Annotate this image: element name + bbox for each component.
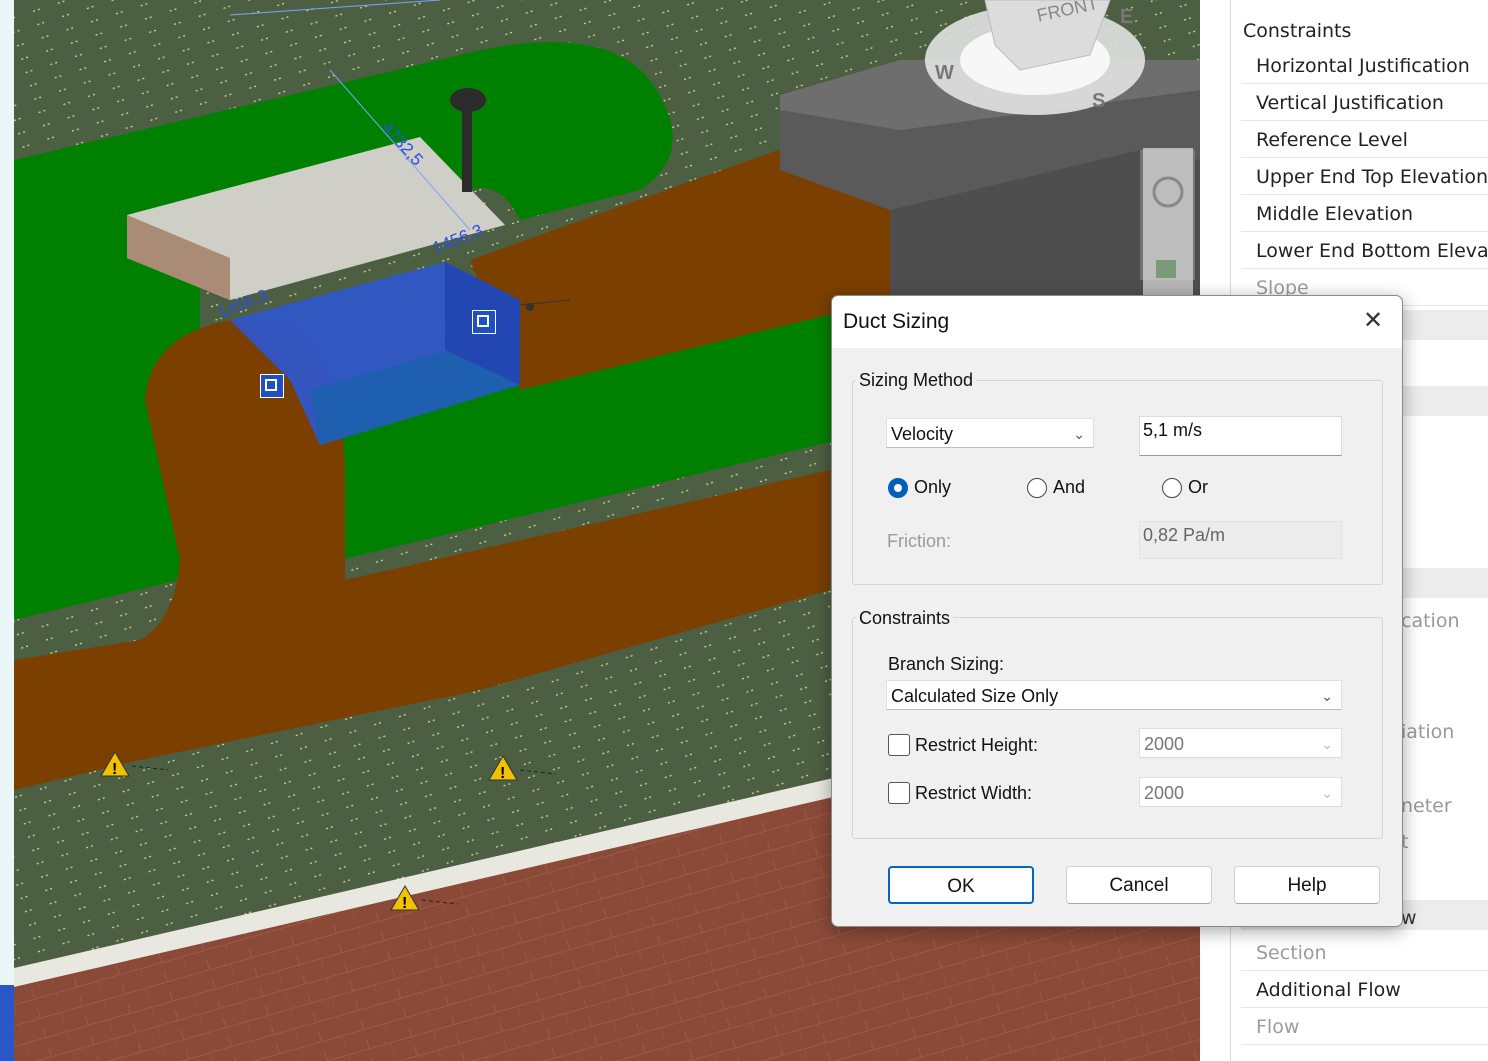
cancel-button[interactable]: Cancel <box>1066 866 1212 904</box>
duct-sizing-dialog: Duct Sizing ✕ Sizing Method Velocity ⌄ 5… <box>831 295 1403 927</box>
dialog-title: Duct Sizing <box>843 310 950 333</box>
property-row-fragment: iation <box>1401 721 1455 743</box>
restrict-height-label: Restrict Height: <box>915 734 1039 755</box>
radio-unchecked-icon <box>1162 477 1182 498</box>
radio-unchecked-icon <box>1027 477 1047 498</box>
zoom-icon[interactable] <box>1156 260 1176 278</box>
compass-south: S <box>1092 90 1106 112</box>
properties-group-constraints[interactable]: Constraints <box>1243 20 1351 42</box>
svg-text:!: ! <box>402 895 407 912</box>
sizing-method-legend: Sizing Method <box>856 370 977 391</box>
friction-input[interactable]: 0,82 Pa/m <box>1139 521 1342 559</box>
property-row[interactable]: Horizontal Justification <box>1241 48 1488 84</box>
radio-only[interactable]: Only <box>888 477 951 498</box>
velocity-input[interactable]: 5,1 m/s <box>1139 416 1342 456</box>
branch-sizing-select[interactable]: Calculated Size Only ⌄ <box>886 680 1342 710</box>
resize-grip-icon[interactable] <box>260 374 284 398</box>
property-row[interactable]: Section <box>1241 935 1488 971</box>
ok-button[interactable]: OK <box>888 866 1034 904</box>
help-button[interactable]: Help <box>1234 866 1380 904</box>
restrict-height-checkbox[interactable]: Restrict Height: <box>888 734 1038 756</box>
property-row[interactable]: Additional Flow <box>1241 972 1488 1008</box>
constraints-legend: Constraints <box>856 608 954 629</box>
close-icon[interactable]: ✕ <box>1358 306 1388 336</box>
friction-label: Friction: <box>887 531 952 551</box>
restrict-width-value: 2000 <box>1144 783 1185 803</box>
property-row[interactable]: Flow <box>1241 1009 1488 1045</box>
radio-and[interactable]: And <box>1027 477 1085 498</box>
branch-sizing-value: Calculated Size Only <box>891 686 1059 706</box>
restrict-height-value: 2000 <box>1144 734 1185 754</box>
radio-and-label: And <box>1053 477 1086 497</box>
property-row-fragment: neter <box>1401 795 1452 817</box>
warning-triangle-icon[interactable]: ! <box>488 754 558 784</box>
compass-west: W <box>935 62 954 84</box>
warning-triangle-icon[interactable]: ! <box>100 750 170 780</box>
property-row-fragment: cation <box>1401 610 1460 632</box>
restrict-width-select[interactable]: 2000 ⌄ <box>1139 777 1342 807</box>
property-row[interactable]: Upper End Top Elevation <box>1241 159 1488 195</box>
property-row[interactable]: Reference Level <box>1241 122 1488 158</box>
dialog-titlebar[interactable]: Duct Sizing ✕ <box>832 296 1402 348</box>
property-row-fragment: w <box>1401 907 1417 929</box>
compass-east: E <box>1120 6 1134 28</box>
chevron-down-icon: ⌄ <box>1321 688 1333 704</box>
sizing-method-select[interactable]: Velocity ⌄ <box>886 418 1094 448</box>
radio-or[interactable]: Or <box>1162 477 1208 498</box>
warning-triangle-icon[interactable]: ! <box>390 884 460 914</box>
chevron-down-icon: ⌄ <box>1321 785 1333 801</box>
restrict-width-checkbox[interactable]: Restrict Width: <box>888 782 1032 804</box>
restrict-width-label: Restrict Width: <box>915 782 1033 803</box>
checkbox-icon <box>888 782 910 804</box>
radio-or-label: Or <box>1188 477 1208 497</box>
property-row[interactable]: Middle Elevation <box>1241 196 1488 232</box>
property-row[interactable]: Lower End Bottom Eleva <box>1241 233 1488 269</box>
sizing-method-value: Velocity <box>891 424 954 444</box>
svg-text:!: ! <box>112 761 117 778</box>
property-row[interactable]: Vertical Justification <box>1241 85 1488 121</box>
chevron-down-icon: ⌄ <box>1321 736 1333 752</box>
chevron-down-icon: ⌄ <box>1073 426 1085 442</box>
branch-sizing-label: Branch Sizing: <box>888 654 1005 674</box>
svg-text:!: ! <box>500 765 505 782</box>
radio-checked-icon <box>888 477 908 498</box>
radio-only-label: Only <box>914 477 952 497</box>
restrict-height-select[interactable]: 2000 ⌄ <box>1139 728 1342 758</box>
resize-grip-icon[interactable] <box>472 310 496 334</box>
checkbox-icon <box>888 734 910 756</box>
